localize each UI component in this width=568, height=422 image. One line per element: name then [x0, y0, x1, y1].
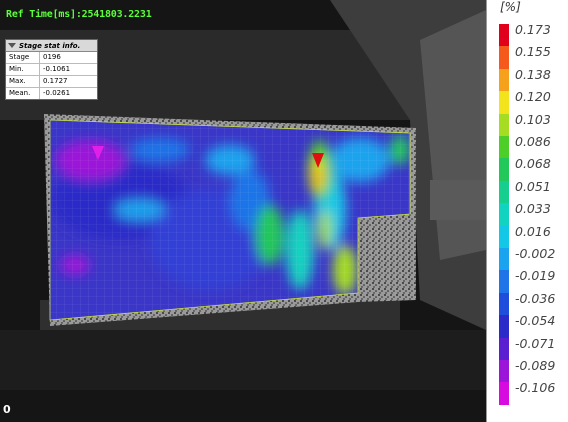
legend-swatch [499, 360, 509, 383]
stat-row-mean: Mean. -0.0261 [6, 88, 97, 99]
legend-tick-label: -0.019 [515, 268, 556, 284]
reference-time: Ref Time[ms]:2541803.2231 [6, 9, 152, 20]
legend-tick-label: -0.054 [515, 313, 556, 329]
stat-panel-title: Stage stat info. [19, 41, 81, 50]
stat-value: 0196 [43, 53, 61, 61]
collapse-triangle-icon[interactable] [8, 43, 16, 48]
legend-tick-label: 0.016 [515, 223, 551, 239]
color-legend: [%] 0.173 0.155 0.138 0.120 0.103 0.086 0.068 0… [486, 0, 568, 422]
stat-value: -0.1061 [43, 65, 71, 73]
stat-value: 0.1727 [43, 77, 68, 85]
legend-swatch [499, 203, 509, 227]
frame-index: 0 [3, 403, 11, 416]
legend-swatch [499, 24, 509, 47]
legend-swatch [499, 158, 509, 182]
stat-value: -0.0261 [43, 89, 71, 97]
camera-viewport[interactable]: Ref Time[ms]:2541803.2231 0 Stage stat i… [0, 0, 486, 422]
stat-row-min: Min. -0.1061 [6, 64, 97, 76]
legend-swatch [499, 136, 509, 159]
stat-row-stage: Stage 0196 [6, 52, 97, 64]
stat-label: Min. [6, 64, 40, 75]
legend-swatch [499, 270, 509, 294]
legend-tick-label: -0.036 [515, 290, 556, 306]
legend-swatch [499, 113, 509, 137]
legend-tick-label: 0.033 [515, 201, 551, 217]
legend-tick-label: -0.002 [515, 246, 556, 261]
stat-panel-header[interactable]: Stage stat info. [6, 40, 97, 52]
legend-swatch [499, 46, 509, 70]
stat-label: Max. [6, 76, 40, 87]
legend-swatch [499, 68, 509, 92]
legend-tick-label: -0.106 [515, 380, 556, 396]
legend-swatch [499, 91, 509, 115]
legend-swatch [499, 225, 509, 249]
legend-tick-label: 0.051 [515, 178, 551, 194]
legend-tick-label: 0.068 [515, 156, 551, 172]
legend-tick-label: 0.120 [515, 89, 551, 105]
legend-swatch [499, 337, 509, 361]
legend-tick-label: 0.155 [515, 44, 551, 60]
legend-swatch [499, 180, 509, 204]
stat-row-max: Max. 0.1727 [6, 76, 97, 88]
stage-stat-panel: Stage stat info. Stage 0196 Min. -0.1061… [5, 39, 98, 100]
stat-label: Mean. [6, 88, 40, 99]
legend-swatch [499, 248, 509, 271]
legend-swatch [499, 315, 509, 339]
stat-label: Stage [6, 52, 40, 63]
legend-tick-label: 0.086 [515, 134, 551, 149]
legend-swatch [499, 292, 509, 316]
legend-tick-label: -0.071 [515, 335, 556, 351]
legend-tick-label: 0.138 [515, 66, 551, 82]
legend-tick-label: 0.103 [515, 111, 551, 127]
legend-tick-label: 0.173 [515, 22, 551, 37]
legend-unit: [%] [500, 0, 521, 14]
legend-tick-label: -0.089 [515, 358, 556, 373]
legend-swatch [499, 382, 509, 406]
